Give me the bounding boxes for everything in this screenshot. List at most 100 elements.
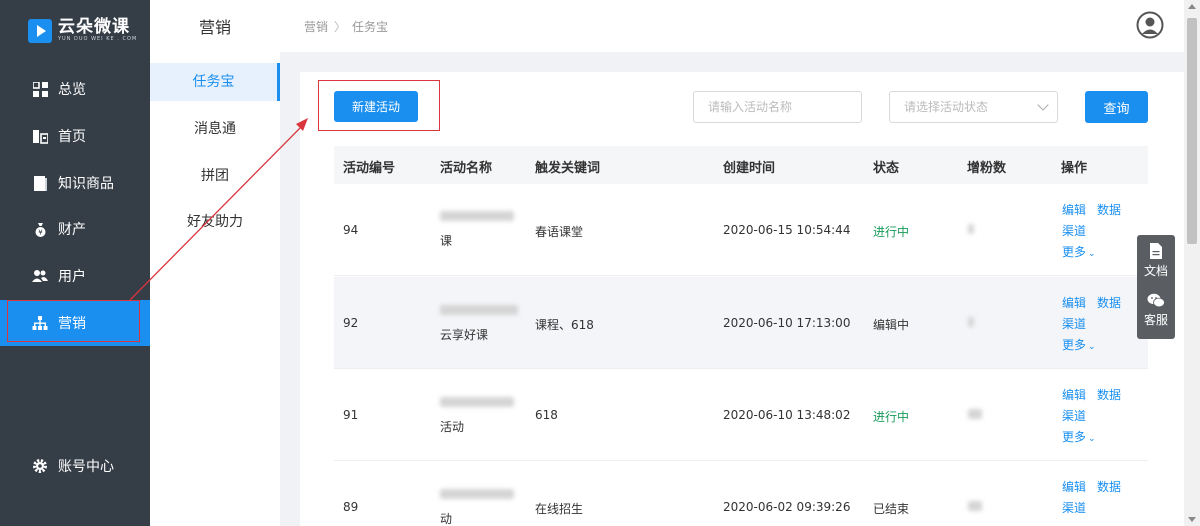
submenu-item-friend-help[interactable]: 好友助力 (150, 203, 280, 241)
activity-status-select[interactable]: 请选择活动状态 (889, 91, 1058, 123)
edit-link[interactable]: 编辑 (1062, 478, 1086, 495)
channel-link[interactable]: 渠道 (1062, 407, 1086, 424)
trigger-keyword: 春语课堂 (535, 225, 584, 239)
page-scrollbar[interactable] (1184, 0, 1200, 526)
activity-name: 动 (440, 512, 453, 526)
activity-name: 活动 (440, 420, 465, 434)
users-icon (32, 268, 48, 284)
more-link[interactable]: 更多 ⌄ (1062, 336, 1096, 353)
sidebar-item-home[interactable]: 首页 (0, 113, 150, 159)
activity-name-input[interactable]: 请输入活动名称 (693, 91, 862, 123)
sidebar-item-users[interactable]: 用户 (0, 253, 150, 299)
more-link[interactable]: 更多 ⌄ (1062, 428, 1096, 445)
col-header-created: 创建时间 (723, 161, 776, 176)
activity-id: 91 (343, 408, 359, 422)
activity-name: 云享好课 (440, 328, 489, 342)
logo-subtitle: YUN DUO WEI KE . COM (58, 36, 138, 42)
chevron-right-icon: 〉 (334, 20, 347, 34)
channel-link[interactable]: 渠道 (1062, 222, 1086, 239)
sidebar-item-label: 账号中心 (58, 459, 114, 475)
trigger-keyword: 618 (535, 408, 558, 422)
submenu-item-group-buy[interactable]: 拼团 (150, 157, 280, 195)
channel-link[interactable]: 渠道 (1062, 315, 1086, 332)
created-time: 2020-06-15 10:54:44 (723, 223, 851, 237)
scroll-up-arrow-icon[interactable] (1188, 4, 1196, 9)
status-badge: 进行中 (873, 410, 910, 424)
created-time: 2020-06-02 09:39:26 (723, 500, 851, 514)
submenu-item-message[interactable]: 消息通 (150, 110, 280, 148)
breadcrumb-parent[interactable]: 营销 (304, 18, 328, 35)
customer-service-button[interactable]: 客服 (1137, 293, 1175, 328)
status-badge: 编辑中 (873, 318, 910, 332)
chevron-down-icon: ⌄ (1088, 249, 1096, 259)
service-label: 客服 (1143, 313, 1168, 327)
breadcrumb-current: 任务宝 (352, 20, 389, 34)
table-row: 94 课 春语课堂 2020-06-15 10:54:44 进行中 编辑 数据 … (334, 184, 1148, 276)
status-badge: 已结束 (873, 502, 910, 516)
float-help-widget: 文档 客服 (1137, 235, 1175, 339)
col-header-status: 状态 (873, 161, 900, 176)
sidebar-item-overview[interactable]: 总览 (0, 66, 150, 112)
edit-link[interactable]: 编辑 (1062, 201, 1086, 218)
svg-text:¥: ¥ (38, 228, 43, 236)
blurred-fans (968, 224, 974, 234)
blurred-name (440, 211, 514, 221)
data-link[interactable]: 数据 (1097, 386, 1121, 403)
logo-title: 云朵微课 (58, 17, 130, 37)
breadcrumb: 营销 〉 任务宝 (304, 18, 388, 35)
sidebar-item-label: 用户 (58, 269, 86, 285)
sidebar-item-label: 总览 (58, 82, 86, 98)
channel-link[interactable]: 渠道 (1062, 499, 1086, 516)
blurred-name (440, 397, 514, 407)
scroll-down-arrow-icon[interactable] (1188, 517, 1196, 522)
logo-play-icon (28, 18, 52, 43)
chevron-down-icon (1037, 99, 1049, 111)
money-bag-icon: ¥ (32, 221, 48, 237)
document-icon (1150, 243, 1162, 259)
more-label: 更多 (1062, 430, 1087, 444)
dashboard-icon (32, 81, 48, 97)
col-header-ops: 操作 (1061, 161, 1088, 176)
doc-button[interactable]: 文档 (1137, 243, 1175, 279)
col-header-id: 活动编号 (343, 161, 396, 176)
more-link[interactable]: 更多 ⌄ (1062, 243, 1096, 260)
activity-id: 92 (343, 316, 359, 330)
scrollbar-thumb[interactable] (1187, 18, 1197, 244)
submenu-item-task-treasure[interactable]: 任务宝 (150, 63, 280, 101)
new-button-highlight (318, 80, 440, 131)
data-link[interactable]: 数据 (1097, 478, 1121, 495)
search-button[interactable]: 查询 (1085, 91, 1148, 123)
edit-link[interactable]: 编辑 (1062, 386, 1086, 403)
status-badge: 进行中 (873, 225, 910, 239)
blurred-name (440, 305, 518, 315)
table-row: 91 活动 618 2020-06-10 13:48:02 进行中 编辑 数据 … (334, 369, 1148, 461)
wechat-icon (1147, 293, 1165, 308)
col-header-name: 活动名称 (440, 161, 493, 176)
gear-icon (32, 458, 48, 474)
top-header: 营销 〉 任务宝 (280, 0, 1184, 52)
sidebar-item-label: 首页 (58, 129, 86, 145)
col-header-fans: 增粉数 (967, 161, 1007, 176)
table-row: 89 动 在线招生 2020-06-02 09:39:26 已结束 编辑 数据 … (334, 461, 1148, 526)
blurred-fans (968, 409, 982, 419)
trigger-keyword: 课程、618 (535, 318, 594, 332)
chevron-down-icon: ⌄ (1088, 434, 1096, 444)
main-sidebar: 云朵微课 YUN DUO WEI KE . COM 总览 首页 知识商品 ¥ 财… (0, 0, 150, 526)
table-row: 92 云享好课 课程、618 2020-06-10 17:13:00 编辑中 编… (334, 277, 1148, 369)
sidebar-item-assets[interactable]: ¥ 财产 (0, 206, 150, 252)
avatar[interactable] (1136, 11, 1164, 39)
sidebar-item-account[interactable]: 账号中心 (0, 443, 150, 489)
app-logo[interactable]: 云朵微课 YUN DUO WEI KE . COM (28, 18, 137, 43)
user-avatar-icon (1136, 11, 1164, 39)
activity-id: 94 (343, 223, 359, 237)
marketing-submenu: 营销 任务宝 消息通 拼团 好友助力 (150, 0, 280, 526)
data-link[interactable]: 数据 (1097, 201, 1121, 218)
marketing-highlight (7, 300, 140, 342)
data-link[interactable]: 数据 (1097, 294, 1121, 311)
book-icon (32, 175, 48, 191)
sidebar-item-products[interactable]: 知识商品 (0, 160, 150, 206)
activity-id: 89 (343, 500, 359, 514)
status-select-placeholder: 请选择活动状态 (904, 100, 989, 114)
sidebar-item-label: 财产 (58, 222, 86, 238)
edit-link[interactable]: 编辑 (1062, 294, 1086, 311)
